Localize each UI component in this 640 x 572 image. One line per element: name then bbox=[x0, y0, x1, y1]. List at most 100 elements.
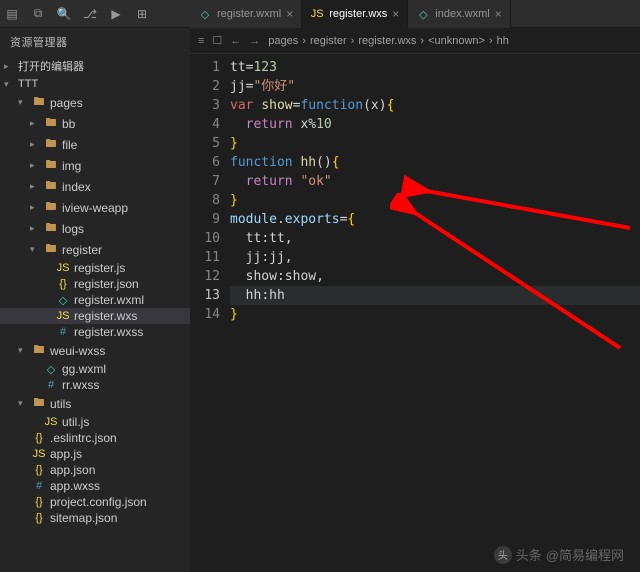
tree-item-bb[interactable]: ▸🖿bb bbox=[0, 113, 190, 134]
tree-item-img[interactable]: ▸🖿img bbox=[0, 155, 190, 176]
tree-item-register-wxml[interactable]: ◇register.wxml bbox=[0, 292, 190, 308]
tree-item-app-js[interactable]: JSapp.js bbox=[0, 446, 190, 462]
tree-item-label: weui-wxss bbox=[50, 344, 105, 358]
chevron-down-icon: ▾ bbox=[4, 79, 14, 90]
copy-icon[interactable]: ⧉ bbox=[30, 6, 46, 22]
chevron-icon: ▾ bbox=[18, 97, 28, 108]
open-editors-section[interactable]: ▸ 打开的编辑器 bbox=[0, 56, 190, 76]
debug-icon[interactable]: ▶ bbox=[108, 6, 124, 22]
tree-item-app-wxss[interactable]: #app.wxss bbox=[0, 478, 190, 494]
wxs-icon: JS bbox=[56, 310, 70, 322]
search-icon[interactable]: 🔍 bbox=[56, 6, 72, 22]
extensions-icon[interactable]: ⊞ bbox=[134, 6, 150, 22]
tab-register-wxml[interactable]: ◇register.wxml× bbox=[190, 0, 302, 28]
code-line[interactable]: var show=function(x){ bbox=[230, 96, 640, 115]
tree-item-weui-wxss[interactable]: ▾🖿weui-wxss bbox=[0, 340, 190, 361]
tree-item-label: app.js bbox=[50, 447, 82, 461]
chevron-right-icon: › bbox=[420, 35, 424, 47]
bookmark-icon[interactable]: ☐ bbox=[212, 34, 222, 47]
line-number: 13 bbox=[190, 286, 220, 305]
code-line[interactable]: jj="你好" bbox=[230, 77, 640, 96]
wxss-icon: # bbox=[32, 480, 46, 492]
json-icon: {} bbox=[32, 512, 46, 524]
code-line[interactable]: } bbox=[230, 305, 640, 324]
line-gutter: 1234567891011121314 bbox=[190, 54, 230, 572]
explorer-sidebar: 资源管理器 ▸ 打开的编辑器 ▾ TTT ▾🖿pages▸🖿bb▸🖿file▸🖿… bbox=[0, 28, 190, 572]
tree-item-iview-weapp[interactable]: ▸🖿iview-weapp bbox=[0, 197, 190, 218]
line-number: 11 bbox=[190, 248, 220, 267]
close-icon[interactable]: × bbox=[392, 7, 399, 21]
tree-item-sitemap-json[interactable]: {}sitemap.json bbox=[0, 510, 190, 526]
tree-item-register-js[interactable]: JSregister.js bbox=[0, 260, 190, 276]
breadcrumb-part[interactable]: register bbox=[310, 35, 347, 47]
code-line[interactable]: hh:hh bbox=[230, 286, 640, 305]
nav-fwd-icon[interactable]: → bbox=[249, 35, 260, 47]
chevron-icon: ▸ bbox=[30, 223, 40, 234]
tree-item-project-config-json[interactable]: {}project.config.json bbox=[0, 494, 190, 510]
code-line[interactable]: } bbox=[230, 134, 640, 153]
branch-icon[interactable]: ⎇ bbox=[82, 6, 98, 22]
chevron-icon: ▸ bbox=[30, 139, 40, 150]
folder-icon: 🖿 bbox=[44, 114, 58, 133]
tree-item-register-wxss[interactable]: #register.wxss bbox=[0, 324, 190, 340]
tree-item-register-json[interactable]: {}register.json bbox=[0, 276, 190, 292]
project-section[interactable]: ▾ TTT bbox=[0, 76, 190, 92]
breadcrumb[interactable]: pages›register›register.wxs›<unknown>›hh bbox=[268, 35, 509, 47]
tree-item-logs[interactable]: ▸🖿logs bbox=[0, 218, 190, 239]
code-content[interactable]: tt=123jj="你好"var show=function(x){ retur… bbox=[230, 54, 640, 572]
tree-item-label: bb bbox=[62, 117, 75, 131]
code-line[interactable]: show:show, bbox=[230, 267, 640, 286]
chevron-right-icon: › bbox=[302, 35, 306, 47]
tree-item-app-json[interactable]: {}app.json bbox=[0, 462, 190, 478]
code-line[interactable]: module.exports={ bbox=[230, 210, 640, 229]
tree-item-label: rr.wxss bbox=[62, 378, 99, 392]
list-icon[interactable]: ≡ bbox=[198, 35, 204, 47]
nav-back-icon[interactable]: ← bbox=[230, 35, 241, 47]
tab-index-wxml[interactable]: ◇ index.wxml × bbox=[408, 0, 510, 28]
tree-item-label: register bbox=[62, 243, 102, 257]
tree-item-register[interactable]: ▾🖿register bbox=[0, 239, 190, 260]
folder-icon: 🖿 bbox=[32, 341, 46, 360]
code-line[interactable]: tt=123 bbox=[230, 58, 640, 77]
folder-icon: 🖿 bbox=[44, 219, 58, 238]
tree-item-register-wxs[interactable]: JSregister.wxs bbox=[0, 308, 190, 324]
wxs-icon: JS bbox=[310, 8, 324, 20]
tree-item-label: file bbox=[62, 138, 77, 152]
close-icon[interactable]: × bbox=[286, 7, 293, 21]
line-number: 5 bbox=[190, 134, 220, 153]
tree-item--eslintrc-json[interactable]: {}.eslintrc.json bbox=[0, 430, 190, 446]
breadcrumb-part[interactable]: register.wxs bbox=[358, 35, 416, 47]
tree-item-rr-wxss[interactable]: #rr.wxss bbox=[0, 377, 190, 393]
js-icon: JS bbox=[56, 262, 70, 274]
tree-item-label: index bbox=[62, 180, 91, 194]
tree-item-gg-wxml[interactable]: ◇gg.wxml bbox=[0, 361, 190, 377]
code-line[interactable]: jj:jj, bbox=[230, 248, 640, 267]
chevron-right-icon: › bbox=[351, 35, 355, 47]
line-number: 4 bbox=[190, 115, 220, 134]
code-line[interactable]: return "ok" bbox=[230, 172, 640, 191]
tree-item-index[interactable]: ▸🖿index bbox=[0, 176, 190, 197]
chevron-right-icon: ▸ bbox=[4, 61, 14, 72]
tree-item-util-js[interactable]: JSutil.js bbox=[0, 414, 190, 430]
tab-register-wxs[interactable]: JSregister.wxs× bbox=[302, 0, 408, 28]
code-line[interactable]: } bbox=[230, 191, 640, 210]
code-line[interactable]: function hh(){ bbox=[230, 153, 640, 172]
tree-item-pages[interactable]: ▾🖿pages bbox=[0, 92, 190, 113]
code-line[interactable]: tt:tt, bbox=[230, 229, 640, 248]
code-line[interactable]: return x%10 bbox=[230, 115, 640, 134]
tree-item-utils[interactable]: ▾🖿utils bbox=[0, 393, 190, 414]
tree-item-label: register.json bbox=[74, 277, 139, 291]
wxss-icon: # bbox=[56, 326, 70, 338]
tab-label: index.wxml bbox=[435, 8, 489, 20]
line-number: 3 bbox=[190, 96, 220, 115]
close-icon[interactable]: × bbox=[495, 7, 502, 21]
breadcrumb-part[interactable]: <unknown> bbox=[428, 35, 485, 47]
files-icon[interactable]: ▤ bbox=[4, 6, 20, 22]
tree-item-label: register.wxml bbox=[74, 293, 144, 307]
line-number: 12 bbox=[190, 267, 220, 286]
breadcrumb-part[interactable]: hh bbox=[497, 35, 509, 47]
wxml-icon: ◇ bbox=[416, 8, 430, 21]
line-number: 6 bbox=[190, 153, 220, 172]
breadcrumb-part[interactable]: pages bbox=[268, 35, 298, 47]
tree-item-file[interactable]: ▸🖿file bbox=[0, 134, 190, 155]
